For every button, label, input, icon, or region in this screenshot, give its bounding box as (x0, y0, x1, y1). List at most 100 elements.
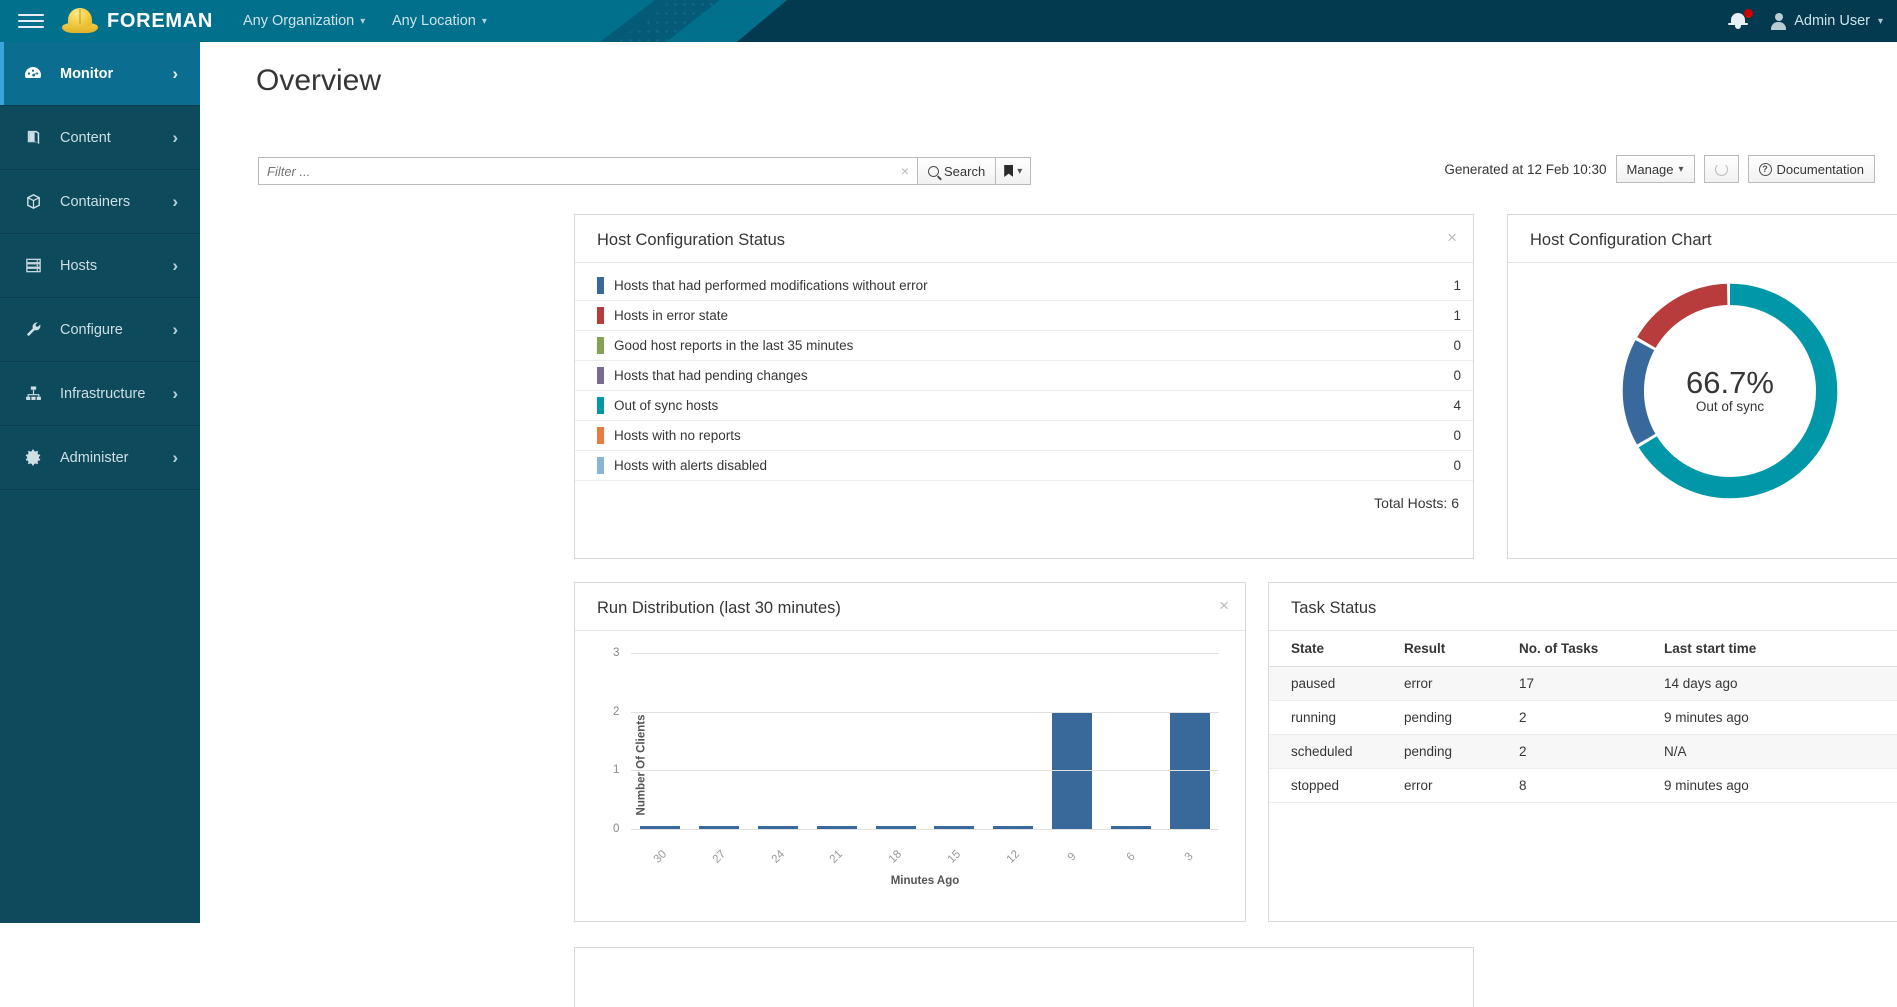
sidebar-item-infrastructure[interactable]: Infrastructure › (0, 362, 200, 426)
sidebar-item-label: Hosts (60, 258, 156, 274)
list-item[interactable]: Hosts in error state 1 (575, 301, 1473, 331)
sidebar-item-hosts[interactable]: Hosts › (0, 234, 200, 298)
x-axis-tick: 15 (946, 848, 964, 866)
search-input[interactable] (267, 164, 895, 179)
cell-result: error (1404, 667, 1519, 701)
panel-partial-below-fold (574, 947, 1474, 1007)
sidebar-item-label: Infrastructure (60, 386, 156, 402)
close-icon[interactable]: × (1219, 597, 1229, 614)
panel-header: Run Distribution (last 30 minutes) × (575, 583, 1245, 631)
user-menu[interactable]: Admin User ▾ (1771, 13, 1883, 29)
status-value: 4 (1421, 398, 1461, 413)
x-axis-tick: 9 (1065, 850, 1078, 863)
sidebar-item-administer[interactable]: Administer › (0, 426, 200, 490)
list-item[interactable]: Hosts with alerts disabled 0 (575, 451, 1473, 481)
close-icon[interactable]: × (1447, 229, 1457, 246)
status-label: Hosts with no reports (614, 428, 1421, 443)
cell-last-start: 9 minutes ago (1664, 769, 1897, 803)
sidebar-item-label: Content (60, 130, 156, 146)
column-header-state: State (1269, 631, 1404, 667)
chevron-right-icon: › (172, 256, 178, 276)
chevron-down-icon: ▾ (360, 16, 365, 27)
table-row[interactable]: running pending 2 9 minutes ago (1269, 701, 1897, 735)
host-status-list: Hosts that had performed modifications w… (575, 263, 1473, 481)
hamburger-menu-icon[interactable] (18, 8, 44, 34)
table-row[interactable]: paused error 17 14 days ago (1269, 667, 1897, 701)
page-title: Overview (256, 64, 381, 98)
status-value: 0 (1421, 338, 1461, 353)
x-axis-tick: 21 (828, 848, 846, 866)
dashboard-actions: Generated at 12 Feb 10:30 Manage ▾ ? Doc… (1444, 155, 1875, 183)
cell-task-count[interactable]: 8 (1519, 769, 1664, 803)
x-axis-ticks: 30272421181512963 (631, 851, 1219, 863)
filter-field-wrapper: × (258, 157, 918, 185)
hardhat-icon (62, 8, 98, 34)
status-value: 0 (1421, 458, 1461, 473)
refresh-icon (1715, 163, 1728, 176)
location-selector[interactable]: Any Location ▾ (392, 0, 487, 42)
notifications-bell-icon[interactable] (1729, 10, 1751, 32)
table-row[interactable]: stopped error 8 9 minutes ago (1269, 769, 1897, 803)
chevron-down-icon: ▾ (1679, 164, 1684, 175)
column-header-last-start: Last start time (1664, 631, 1897, 667)
list-item[interactable]: Hosts that had performed modifications w… (575, 271, 1473, 301)
sidebar-item-monitor[interactable]: Monitor › (0, 42, 200, 106)
panel-header: Host Configuration Status × (575, 215, 1473, 263)
bar-cell (1160, 653, 1219, 829)
refresh-button[interactable] (1704, 155, 1739, 183)
organization-selector[interactable]: Any Organization ▾ (243, 0, 365, 42)
brand-logo[interactable]: FOREMAN (62, 0, 213, 42)
cell-task-count[interactable]: 2 (1519, 701, 1664, 735)
sidebar-item-content[interactable]: Content › (0, 106, 200, 170)
cell-state: paused (1269, 667, 1404, 701)
cell-state: stopped (1269, 769, 1404, 803)
task-status-table: State Result No. of Tasks Last start tim… (1269, 631, 1897, 803)
x-tick-cell: 3 (1160, 851, 1219, 863)
bookmark-dropdown-button[interactable]: ▾ (995, 157, 1031, 185)
x-tick-cell: 15 (925, 851, 984, 863)
panel-title: Host Configuration Chart (1530, 231, 1712, 249)
run-distribution-chart: Number Of Clients 30272421181512963 Minu… (593, 641, 1227, 889)
documentation-button[interactable]: ? Documentation (1748, 155, 1875, 183)
cell-task-count[interactable]: 2 (1519, 735, 1664, 769)
cell-task-count[interactable]: 17 (1519, 667, 1664, 701)
sidebar-item-label: Configure (60, 322, 156, 338)
list-item[interactable]: Good host reports in the last 35 minutes… (575, 331, 1473, 361)
status-color-swatch (597, 457, 604, 474)
y-axis-tick: 3 (613, 647, 619, 659)
sidebar-item-containers[interactable]: Containers › (0, 170, 200, 234)
list-item[interactable]: Out of sync hosts 4 (575, 391, 1473, 421)
status-label: Hosts in error state (614, 308, 1421, 323)
x-tick-cell: 6 (1101, 851, 1160, 863)
manage-dropdown-button[interactable]: Manage ▾ (1616, 155, 1695, 183)
chevron-down-icon: ▾ (482, 16, 487, 27)
search-button[interactable]: Search (917, 157, 996, 185)
gridline (631, 712, 1219, 713)
x-tick-cell: 12 (984, 851, 1043, 863)
generated-at-text: Generated at 12 Feb 10:30 (1444, 162, 1606, 177)
status-value: 1 (1421, 308, 1461, 323)
sidebar-item-configure[interactable]: Configure › (0, 298, 200, 362)
cube-icon (22, 191, 44, 213)
list-item[interactable]: Hosts with no reports 0 (575, 421, 1473, 451)
bar-cell (690, 653, 749, 829)
list-item[interactable]: Hosts that had pending changes 0 (575, 361, 1473, 391)
book-icon (22, 127, 44, 149)
gridline (631, 770, 1219, 771)
clear-search-icon[interactable]: × (895, 163, 909, 179)
y-axis-tick: 1 (613, 764, 619, 776)
status-label: Good host reports in the last 35 minutes (614, 338, 1421, 353)
bar-cell (925, 653, 984, 829)
status-label: Hosts with alerts disabled (614, 458, 1421, 473)
chevron-right-icon: › (172, 128, 178, 148)
bar-cell (984, 653, 1043, 829)
chevron-right-icon: › (172, 64, 178, 84)
gridline (631, 653, 1219, 654)
x-axis-tick: 12 (1004, 848, 1022, 866)
panel-task-status: Task Status × State Result No. of Tasks … (1268, 582, 1897, 922)
bar-series (631, 653, 1219, 829)
documentation-label: Documentation (1777, 162, 1864, 177)
table-row[interactable]: scheduled pending 2 N/A (1269, 735, 1897, 769)
x-axis-tick: 3 (1183, 850, 1196, 863)
organization-label: Any Organization (243, 13, 354, 29)
